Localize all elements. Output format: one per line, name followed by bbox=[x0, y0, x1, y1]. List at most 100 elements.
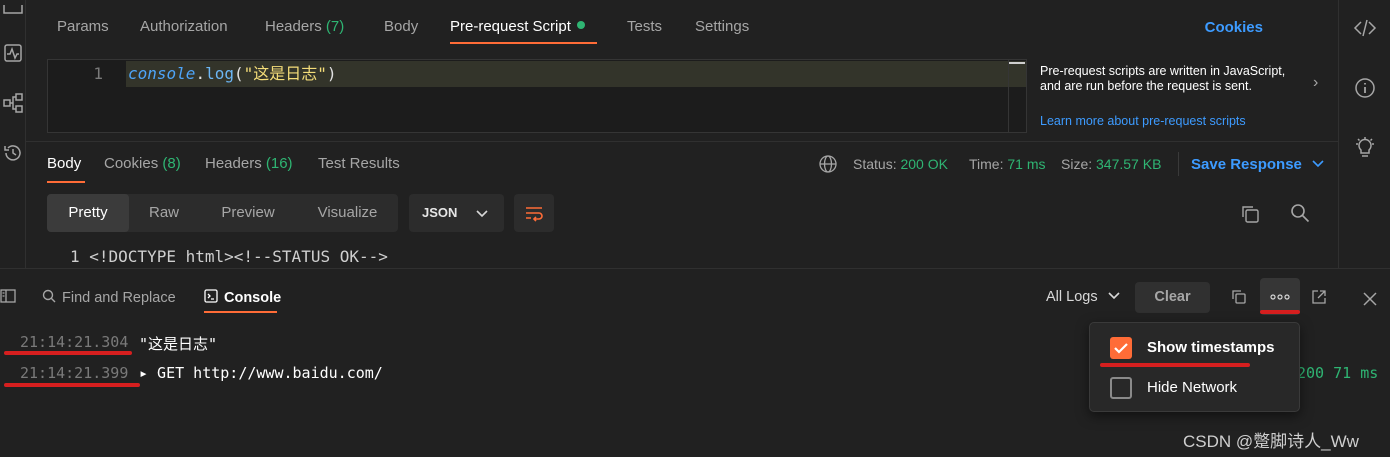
copy-icon[interactable] bbox=[1230, 288, 1248, 310]
tab-response-cookies-label: Cookies bbox=[104, 155, 159, 172]
status-label: Status: bbox=[853, 156, 897, 172]
flow-icon[interactable] bbox=[2, 92, 24, 114]
divider bbox=[1178, 152, 1179, 176]
log-message: ▸ GET http://www.baidu.com/ bbox=[139, 364, 383, 382]
tab-settings[interactable]: Settings bbox=[695, 18, 749, 35]
tab-test-results[interactable]: Test Results bbox=[318, 155, 400, 172]
time-label: Time: bbox=[969, 156, 1004, 172]
view-raw-button[interactable]: Raw bbox=[129, 194, 199, 232]
tab-body[interactable]: Body bbox=[384, 18, 418, 35]
show-timestamps-label: Show timestamps bbox=[1147, 339, 1275, 356]
console-label: Console bbox=[224, 290, 282, 306]
code-paren-open: ( bbox=[233, 64, 244, 83]
code-icon[interactable] bbox=[1353, 16, 1377, 40]
hide-network-option[interactable]: Hide Network bbox=[1090, 367, 1299, 407]
wrap-lines-button[interactable] bbox=[514, 194, 554, 232]
chevron-down-icon bbox=[1108, 292, 1120, 300]
status-dot bbox=[576, 21, 585, 29]
tab-response-body[interactable]: Body bbox=[47, 155, 81, 172]
tab-response-headers-label: Headers bbox=[205, 155, 262, 172]
ruler-icon[interactable] bbox=[2, 2, 24, 24]
save-response-label: Save Response bbox=[1191, 156, 1302, 173]
editor-scrollbar[interactable] bbox=[1008, 60, 1025, 132]
search-icon bbox=[42, 289, 56, 303]
find-replace-label: Find and Replace bbox=[62, 290, 176, 306]
sidebar-toggle-icon[interactable] bbox=[0, 288, 16, 310]
status-info: Status: 200 OK bbox=[853, 156, 948, 172]
log-timestamp: 21:14:21.399 bbox=[20, 364, 129, 382]
activity-monitor-icon[interactable] bbox=[2, 42, 24, 64]
pop-out-icon[interactable] bbox=[1310, 288, 1328, 310]
globe-icon[interactable] bbox=[818, 154, 840, 176]
chevron-right-icon[interactable]: › bbox=[1313, 74, 1318, 92]
log-status: 200 71 ms bbox=[1297, 364, 1379, 382]
show-timestamps-checkbox[interactable] bbox=[1110, 337, 1132, 359]
all-logs-select[interactable]: All Logs bbox=[1046, 289, 1120, 305]
tab-headers-label: Headers bbox=[265, 18, 322, 35]
annotation-underline bbox=[1260, 310, 1300, 314]
more-icon bbox=[1270, 294, 1290, 300]
tab-prerequest-label: Pre-request Script bbox=[450, 18, 571, 35]
view-preview-button[interactable]: Preview bbox=[199, 194, 297, 232]
code-function: log bbox=[205, 64, 234, 83]
tab-authorization[interactable]: Authorization bbox=[140, 18, 228, 35]
info-icon[interactable] bbox=[1353, 76, 1377, 100]
console-tab-indicator bbox=[204, 311, 277, 313]
status-value: 200 OK bbox=[900, 156, 948, 172]
code-line[interactable]: console.log("这是日志") bbox=[126, 61, 1026, 87]
left-sidebar bbox=[0, 0, 26, 268]
time-value: 71 ms bbox=[1007, 156, 1046, 172]
response-tab-indicator bbox=[47, 181, 85, 183]
save-response-button[interactable]: Save Response bbox=[1191, 156, 1324, 173]
view-pretty-button[interactable]: Pretty bbox=[47, 194, 129, 232]
format-value: JSON bbox=[422, 205, 458, 220]
size-value: 347.57 KB bbox=[1096, 156, 1162, 172]
show-timestamps-option[interactable]: Show timestamps bbox=[1090, 327, 1299, 367]
hide-network-label: Hide Network bbox=[1147, 379, 1238, 396]
request-tabs: Params Authorization Headers (7) Body Pr… bbox=[42, 0, 1338, 58]
tab-headers-count: (7) bbox=[325, 18, 345, 35]
console-tab[interactable]: Console bbox=[204, 289, 281, 306]
clear-button[interactable]: Clear bbox=[1135, 282, 1210, 313]
chevron-down-icon bbox=[476, 210, 488, 218]
find-replace-tab[interactable]: Find and Replace bbox=[42, 289, 176, 306]
format-select[interactable]: JSON bbox=[409, 194, 504, 232]
size-label: Size: bbox=[1061, 156, 1093, 172]
active-tab-indicator bbox=[450, 42, 597, 44]
response-body-preview: 1 <!DOCTYPE html><!--STATUS OK--> bbox=[70, 247, 388, 266]
view-visualize-button[interactable]: Visualize bbox=[297, 194, 398, 232]
script-editor[interactable]: 1 console.log("这是日志") bbox=[47, 59, 1027, 133]
tab-prerequest-script[interactable]: Pre-request Script bbox=[450, 18, 585, 35]
learn-more-link[interactable]: Learn more about pre-request scripts bbox=[1040, 114, 1246, 128]
line-number: 1 bbox=[93, 64, 103, 83]
tab-params[interactable]: Params bbox=[57, 18, 109, 35]
code-paren-close: ) bbox=[326, 64, 337, 83]
log-timestamp: 21:14:21.304 bbox=[20, 333, 129, 351]
history-icon[interactable] bbox=[2, 142, 24, 164]
view-mode-group: Pretty Raw Preview Visualize bbox=[47, 194, 398, 232]
tab-headers[interactable]: Headers (7) bbox=[265, 18, 344, 35]
hide-network-checkbox[interactable] bbox=[1110, 377, 1132, 399]
console-toolbar: Find and Replace Console All Logs Clear bbox=[0, 268, 1390, 326]
annotation-underline bbox=[4, 383, 140, 387]
code-dot: . bbox=[195, 64, 206, 83]
right-sidebar bbox=[1338, 0, 1390, 268]
console-options-menu: Show timestamps Hide Network bbox=[1089, 322, 1300, 412]
copy-icon[interactable] bbox=[1239, 203, 1261, 225]
close-icon[interactable] bbox=[1361, 290, 1379, 312]
annotation-underline bbox=[4, 351, 132, 355]
time-info: Time: 71 ms bbox=[969, 156, 1046, 172]
tab-response-cookies-count: (8) bbox=[162, 155, 181, 172]
code-object: console bbox=[128, 64, 196, 83]
tab-tests[interactable]: Tests bbox=[627, 18, 662, 35]
divider bbox=[26, 141, 1338, 142]
lightbulb-icon[interactable] bbox=[1353, 136, 1377, 160]
tab-response-headers-count: (16) bbox=[265, 155, 293, 172]
tab-response-headers[interactable]: Headers (16) bbox=[205, 155, 293, 172]
cookies-link[interactable]: Cookies bbox=[1205, 19, 1263, 36]
search-icon[interactable] bbox=[1289, 202, 1311, 224]
tab-response-cookies[interactable]: Cookies (8) bbox=[104, 155, 181, 172]
terminal-icon bbox=[204, 289, 218, 303]
code-string: "这是日志" bbox=[243, 64, 327, 83]
chevron-down-icon bbox=[1312, 160, 1324, 168]
